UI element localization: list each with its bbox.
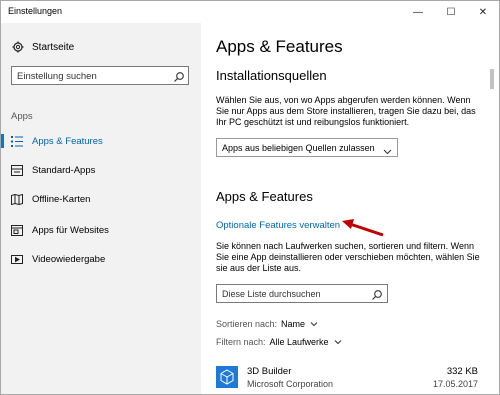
video-icon: [10, 253, 24, 265]
filter-selector[interactable]: Filtern nach: Alle Laufwerke: [216, 337, 342, 347]
install-source-dropdown[interactable]: Apps aus beliebigen Quellen zulassen: [216, 138, 398, 157]
websites-icon: [10, 224, 24, 236]
sidebar: Startseite Einstellung suchen Apps Apps …: [1, 23, 201, 394]
sidebar-item-label: Standard-Apps: [32, 164, 96, 176]
apps-features-heading: Apps & Features: [216, 189, 313, 204]
default-apps-icon: [10, 164, 24, 176]
page-title: Apps & Features: [216, 37, 343, 56]
maximize-button[interactable]: ☐: [436, 1, 466, 23]
3d-builder-app-icon: [216, 366, 238, 388]
dropdown-value: Apps aus beliebigen Quellen zulassen: [222, 143, 375, 153]
sidebar-item-label: Apps & Features: [32, 135, 103, 147]
app-name: 3D Builder: [247, 366, 292, 377]
sidebar-item-label: Videowiedergabe: [32, 253, 106, 265]
home-label: Startseite: [32, 41, 75, 53]
filter-label: Filtern nach:: [216, 337, 266, 347]
chevron-down-icon: [334, 338, 342, 346]
sort-label: Sortieren nach:: [216, 319, 278, 329]
search-icon[interactable]: [371, 288, 383, 300]
sidebar-item-video-playback[interactable]: Videowiedergabe: [1, 249, 201, 269]
sidebar-item-label: Apps für Websites: [32, 224, 109, 236]
chevron-down-icon: [310, 320, 318, 328]
gear-icon: [12, 41, 24, 53]
install-sources-heading: Installationsquellen: [216, 68, 327, 83]
app-install-date: 17.05.2017: [432, 379, 478, 389]
window-title: Einstellungen: [8, 6, 63, 16]
list-icon: [10, 135, 24, 147]
title-bar: Einstellungen — ☐ ✕: [1, 1, 499, 23]
apps-features-description: Sie können nach Laufwerken suchen, sorti…: [216, 241, 480, 273]
sidebar-section-label: Apps: [11, 111, 33, 122]
app-size: 332 KB: [446, 366, 478, 377]
map-icon: [10, 193, 24, 205]
chevron-down-icon: [383, 143, 392, 155]
optional-features-link[interactable]: Optionale Features verwalten: [216, 220, 340, 231]
sidebar-item-apps-for-websites[interactable]: Apps für Websites: [1, 220, 201, 240]
settings-search-input[interactable]: Einstellung suchen: [11, 66, 189, 85]
red-arrow-annotation: [342, 219, 384, 237]
sidebar-home[interactable]: Startseite: [12, 41, 74, 53]
sidebar-item-offline-maps[interactable]: Offline-Karten: [1, 189, 201, 209]
settings-window: Einstellungen — ☐ ✕ Startseite Einstellu…: [0, 0, 500, 395]
scrollbar-thumb[interactable]: [490, 69, 494, 89]
sidebar-item-label: Offline-Karten: [32, 193, 91, 205]
sort-selector[interactable]: Sortieren nach: Name: [216, 319, 318, 329]
close-button[interactable]: ✕: [468, 1, 498, 23]
main-content: Apps & Features Installationsquellen Wäh…: [201, 23, 487, 394]
search-placeholder: Diese Liste durchsuchen: [222, 289, 321, 299]
app-list-item[interactable]: 3D Builder Microsoft Corporation 332 KB …: [216, 364, 486, 394]
app-list-search-input[interactable]: Diese Liste durchsuchen: [216, 284, 388, 303]
minimize-button[interactable]: —: [403, 1, 433, 23]
search-placeholder: Einstellung suchen: [17, 71, 97, 82]
search-icon[interactable]: [173, 70, 185, 82]
sidebar-item-apps-features[interactable]: Apps & Features: [1, 131, 201, 151]
app-publisher: Microsoft Corporation: [247, 379, 334, 389]
filter-value: Alle Laufwerke: [269, 337, 329, 347]
sort-value: Name: [281, 319, 306, 329]
scrollbar[interactable]: [490, 69, 495, 394]
install-sources-description: Wählen Sie aus, von wo Apps abgerufen we…: [216, 95, 476, 127]
sidebar-item-default-apps[interactable]: Standard-Apps: [1, 160, 201, 180]
